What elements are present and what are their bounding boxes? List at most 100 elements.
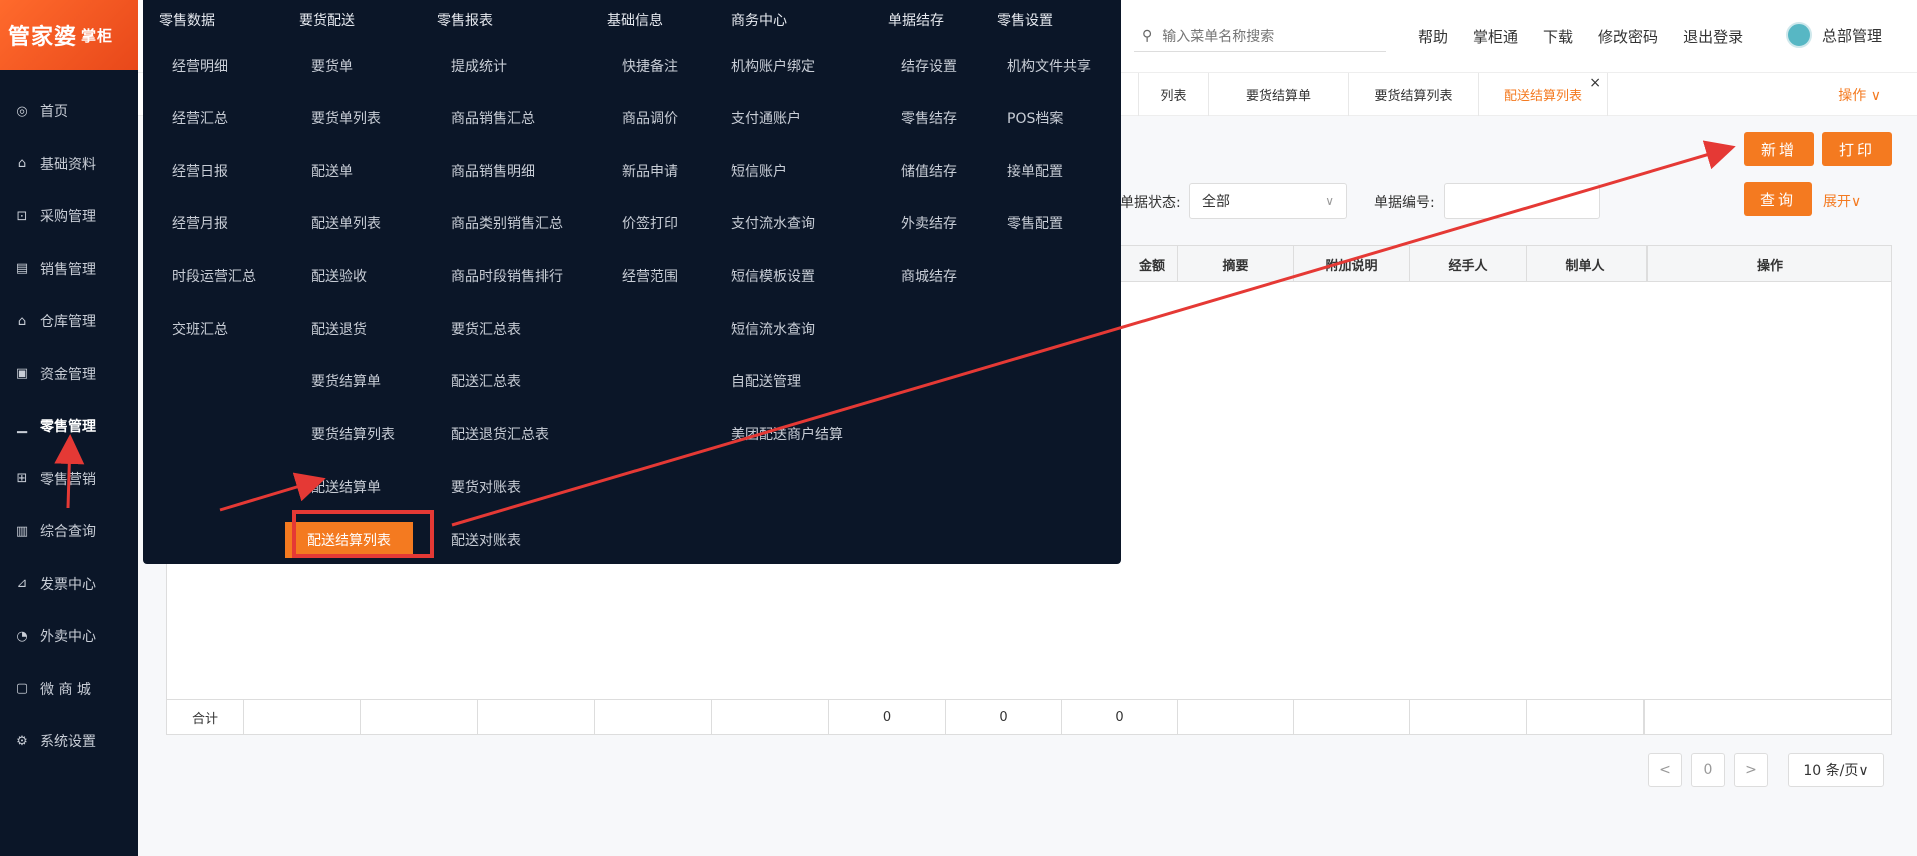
menu-item[interactable]: 要货对账表: [451, 477, 521, 497]
menu-item[interactable]: 支付流水查询: [731, 213, 815, 233]
top-link[interactable]: 修改密码: [1598, 26, 1658, 47]
menu-item[interactable]: 结存设置: [901, 56, 957, 76]
tab-request-settlement-list[interactable]: 要货结算列表: [1348, 73, 1478, 116]
annotation-highlight-box: [292, 510, 434, 558]
menu-group-header: 零售数据: [159, 13, 215, 29]
menu-item[interactable]: 外卖结存: [901, 213, 957, 233]
menu-item[interactable]: 时段运营汇总: [172, 266, 256, 286]
menu-item[interactable]: 配送单列表: [311, 213, 381, 233]
sidebar-item[interactable]: ▣ 资金管理: [0, 348, 138, 401]
menu-item[interactable]: 商品调价: [622, 108, 678, 128]
menu-item[interactable]: 商品销售明细: [451, 161, 535, 181]
menu-item[interactable]: 短信模板设置: [731, 266, 815, 286]
top-link[interactable]: 帮助: [1418, 26, 1448, 47]
sidebar-item[interactable]: ⊿ 发票中心: [0, 558, 138, 611]
next-page-button[interactable]: >: [1734, 753, 1768, 787]
menu-item[interactable]: 配送退货: [311, 319, 367, 339]
operations-menu[interactable]: 操作 ∨: [1838, 85, 1881, 105]
menu-item[interactable]: 配送汇总表: [451, 371, 521, 391]
close-icon[interactable]: ×: [1589, 75, 1601, 91]
col-summary: 摘要: [1177, 246, 1293, 282]
sidebar-item[interactable]: ⊡ 采购管理: [0, 190, 138, 243]
add-button[interactable]: 新增: [1744, 132, 1814, 166]
menu-item[interactable]: 配送对账表: [451, 530, 521, 550]
menu-item[interactable]: 要货单: [311, 56, 353, 76]
prev-page-button[interactable]: <: [1648, 753, 1682, 787]
menu-item[interactable]: 机构账户绑定: [731, 56, 815, 76]
tab-list[interactable]: 列表: [1138, 73, 1208, 116]
sidebar-item[interactable]: ▁ 零售管理: [0, 400, 138, 453]
page-size-select[interactable]: 10 条/页∨: [1788, 753, 1884, 787]
app-logo[interactable]: 管家婆 掌柜: [0, 0, 138, 70]
chart-icon: ▁: [17, 418, 27, 434]
search-input[interactable]: [1162, 27, 1363, 44]
status-select[interactable]: 全部 ∨: [1189, 183, 1347, 219]
sidebar-item[interactable]: ⌂ 仓库管理: [0, 295, 138, 348]
menu-item[interactable]: 要货结算单: [311, 371, 381, 391]
sidebar-item-label: 发票中心: [40, 576, 96, 593]
menu-item[interactable]: 接单配置: [1007, 161, 1063, 181]
search-icon: ⚲: [1142, 27, 1153, 44]
sidebar-item[interactable]: ◔ 外卖中心: [0, 610, 138, 663]
menu-item[interactable]: 配送单: [311, 161, 353, 181]
menu-item[interactable]: 机构文件共享: [1007, 56, 1091, 76]
sidebar-item-label: 仓库管理: [40, 314, 96, 331]
menu-item[interactable]: 自配送管理: [731, 371, 801, 391]
menu-item[interactable]: 配送结算单: [311, 477, 381, 497]
expand-toggle[interactable]: 展开∨: [1823, 191, 1861, 211]
sidebar-item[interactable]: ⊞ 零售营销: [0, 453, 138, 506]
menu-item[interactable]: 零售结存: [901, 108, 957, 128]
sidebar-item[interactable]: ▤ 销售管理: [0, 243, 138, 296]
page-number[interactable]: 0: [1691, 753, 1725, 787]
menu-item[interactable]: 商品时段销售排行: [451, 266, 563, 286]
menu-item[interactable]: 经营月报: [172, 213, 228, 233]
menu-item[interactable]: 经营范围: [622, 266, 678, 286]
menu-item[interactable]: 要货结算列表: [311, 424, 395, 444]
menu-item[interactable]: 商品销售汇总: [451, 108, 535, 128]
menu-item[interactable]: 商城结存: [901, 266, 957, 286]
menu-item[interactable]: POS档案: [1007, 108, 1063, 128]
print-button[interactable]: 打印: [1822, 132, 1892, 166]
logo-sub: 掌柜: [81, 26, 114, 45]
sidebar-item[interactable]: ⌂ 基础资料: [0, 138, 138, 191]
menu-item[interactable]: 提成统计: [451, 56, 507, 76]
menu-item[interactable]: 储值结存: [901, 161, 957, 181]
menu-item[interactable]: 经营日报: [172, 161, 228, 181]
number-input[interactable]: [1444, 183, 1600, 219]
col-handler: 经手人: [1409, 246, 1526, 282]
sidebar-item[interactable]: ▢ 微 商 城: [0, 663, 138, 716]
menu-item[interactable]: 配送退货汇总表: [451, 424, 549, 444]
menu-item[interactable]: 短信流水查询: [731, 319, 815, 339]
menu-item[interactable]: 经营汇总: [172, 108, 228, 128]
menu-item[interactable]: 新品申请: [622, 161, 678, 181]
sidebar-item-label: 资金管理: [40, 366, 96, 383]
user-menu[interactable]: 总部管理: [1786, 22, 1882, 48]
keyboard-icon: ▤: [15, 261, 29, 277]
menu-search[interactable]: ⚲: [1134, 20, 1386, 52]
menu-item[interactable]: 支付通账户: [731, 108, 801, 128]
menu-item[interactable]: 要货汇总表: [451, 319, 521, 339]
menu-item[interactable]: 价签打印: [622, 213, 678, 233]
tab-delivery-settlement-list[interactable]: 配送结算列表 ×: [1478, 73, 1608, 116]
tab-request-settlement[interactable]: 要货结算单: [1208, 73, 1348, 116]
menu-item[interactable]: 交班汇总: [172, 319, 228, 339]
sidebar-item[interactable]: ◎ 首页: [0, 85, 138, 138]
sidebar-item-label: 系统设置: [40, 734, 96, 751]
menu-item[interactable]: 美团配送商户结算: [731, 424, 843, 444]
menu-item[interactable]: 要货单列表: [311, 108, 381, 128]
menu-item[interactable]: 快捷备注: [622, 56, 678, 76]
top-link[interactable]: 掌柜通: [1473, 26, 1518, 47]
query-button[interactable]: 查询: [1744, 182, 1812, 216]
menu-item[interactable]: 商品类别销售汇总: [451, 213, 563, 233]
sidebar-item[interactable]: ⚙ 系统设置: [0, 715, 138, 768]
menu-item[interactable]: 经营明细: [172, 56, 228, 76]
sidebar-item-label: 综合查询: [40, 524, 96, 541]
sidebar-item[interactable]: ▥ 综合查询: [0, 505, 138, 558]
top-link[interactable]: 退出登录: [1683, 26, 1743, 47]
top-link[interactable]: 下载: [1543, 26, 1573, 47]
menu-item[interactable]: 配送验收: [311, 266, 367, 286]
menu-item[interactable]: 短信账户: [731, 161, 787, 181]
col-creator: 制单人: [1526, 246, 1643, 282]
menu-item[interactable]: 零售配置: [1007, 213, 1063, 233]
gift-icon: ⊞: [16, 471, 28, 487]
